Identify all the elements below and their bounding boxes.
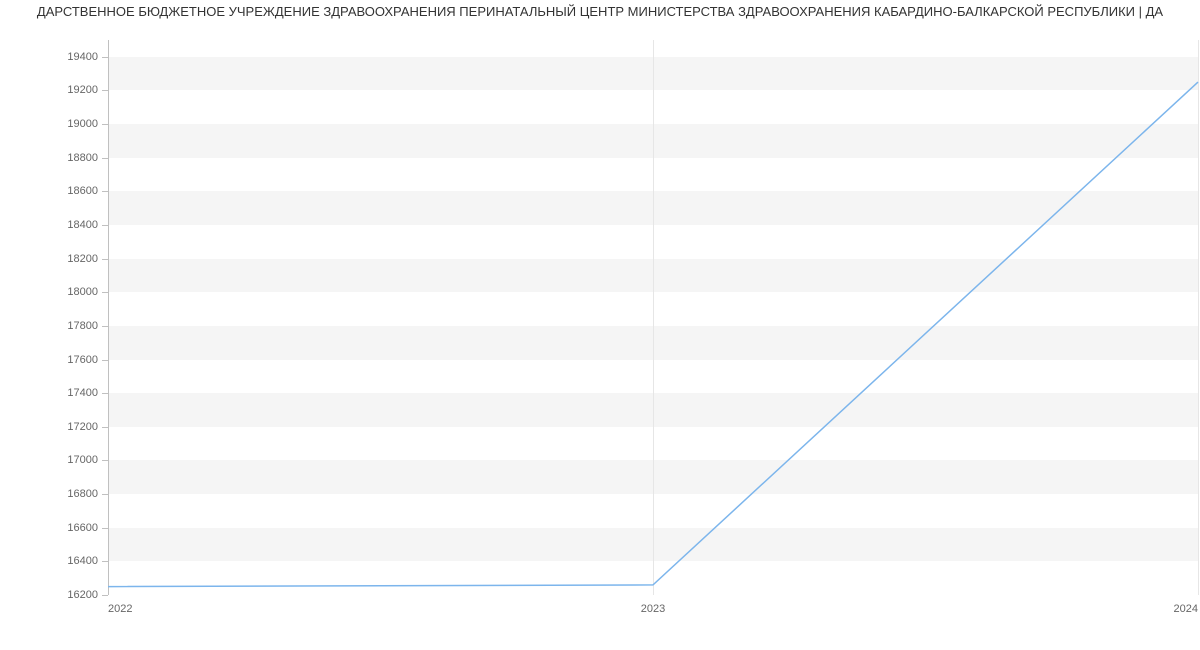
y-axis-label: 18200: [67, 253, 98, 265]
y-axis-label: 16600: [67, 522, 98, 534]
y-axis-label: 19000: [67, 118, 98, 130]
grid-line-x: [1198, 40, 1199, 595]
y-axis-label: 17000: [67, 454, 98, 466]
y-axis-label: 16400: [67, 555, 98, 567]
y-axis-label: 18800: [67, 152, 98, 164]
y-axis-label: 17200: [67, 421, 98, 433]
y-axis-label: 18600: [67, 185, 98, 197]
y-axis-label: 16200: [67, 589, 98, 601]
y-tick: [102, 595, 108, 596]
y-axis-label: 16800: [67, 488, 98, 500]
x-axis-label: 2024: [1174, 603, 1198, 615]
chart-container: ДАРСТВЕННОЕ БЮДЖЕТНОЕ УЧРЕЖДЕНИЕ ЗДРАВОО…: [0, 0, 1200, 650]
y-axis-label: 19200: [67, 84, 98, 96]
y-axis-label: 18400: [67, 219, 98, 231]
y-axis-label: 19400: [67, 51, 98, 63]
y-axis-label: 18000: [67, 286, 98, 298]
y-axis-label: 17800: [67, 320, 98, 332]
y-axis-label: 17400: [67, 387, 98, 399]
data-line: [108, 40, 1198, 595]
y-axis-label: 17600: [67, 354, 98, 366]
plot-area: 1620016400166001680017000172001740017600…: [108, 40, 1198, 595]
x-axis-label: 2022: [108, 603, 132, 615]
x-axis-label: 2023: [641, 603, 665, 615]
line-path: [108, 82, 1198, 587]
chart-title: ДАРСТВЕННОЕ БЮДЖЕТНОЕ УЧРЕЖДЕНИЕ ЗДРАВОО…: [0, 0, 1200, 27]
